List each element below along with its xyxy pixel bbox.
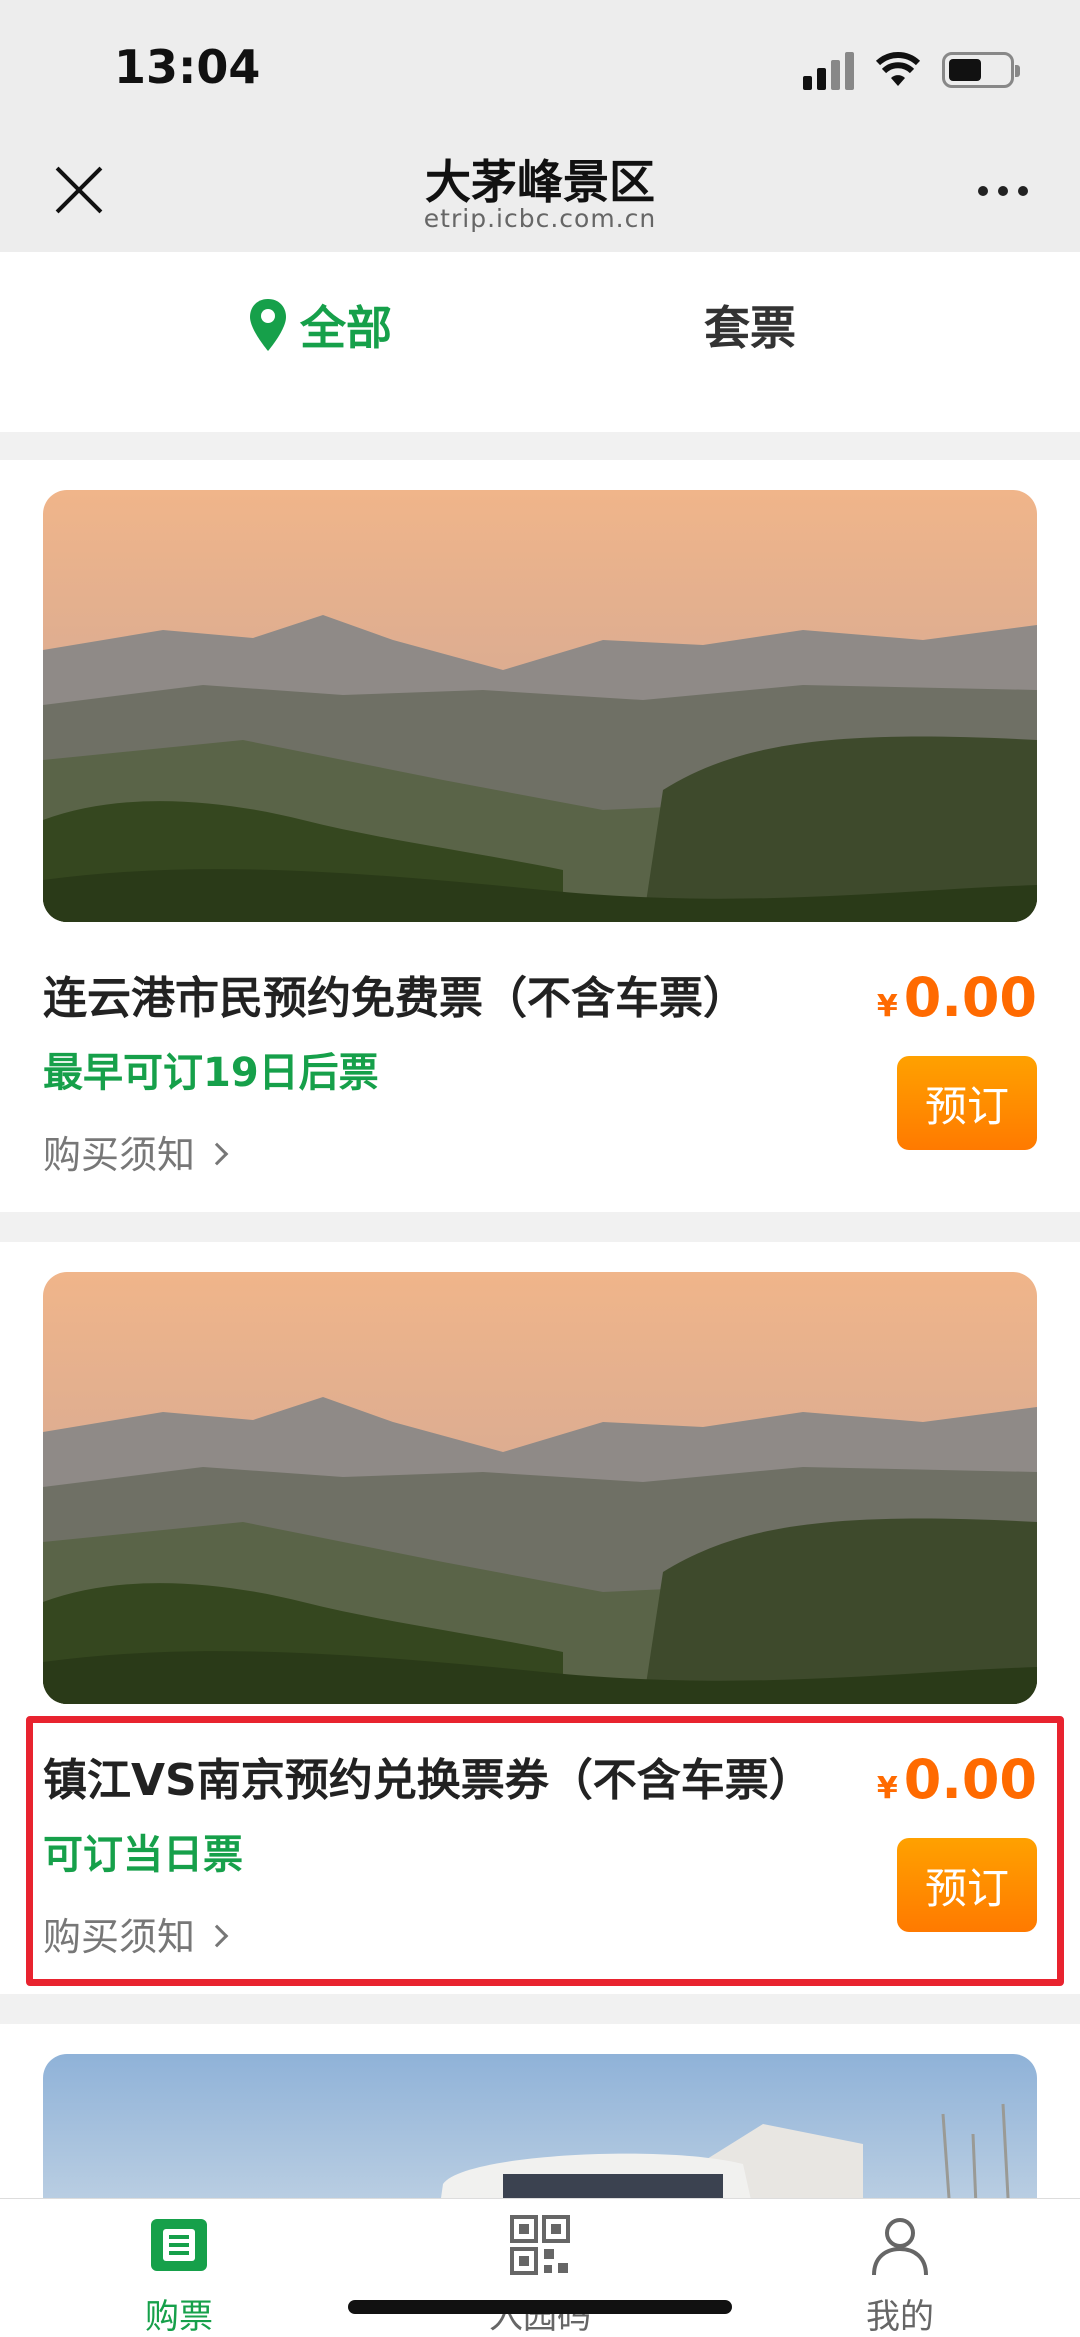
status-time: 13:04 — [114, 40, 261, 94]
book-button[interactable]: 预订 — [897, 1056, 1037, 1150]
currency-symbol: ¥ — [876, 1771, 898, 1806]
price-value: 0.00 — [903, 1748, 1037, 1811]
ticket-title: 镇江VS南京预约兑换票券（不含车票） — [43, 1755, 813, 1806]
wifi-icon — [876, 52, 920, 86]
header: 13:04 大茅峰景区 etrip.icbc.com.cn — [0, 0, 1080, 252]
purchase-terms-link[interactable]: 购买须知 — [43, 1124, 229, 1179]
purchase-terms-label: 购买须知 — [43, 1915, 196, 1959]
chevron-right-icon — [205, 1142, 229, 1165]
ticket-title: 连云港市民预约免费票（不含车票） — [43, 973, 747, 1024]
category-tabs: 全部 套票 — [0, 252, 1080, 432]
bottom-tab-bar: 购票 入园码 我的 — [0, 2198, 1080, 2337]
book-button[interactable]: 预订 — [897, 1838, 1037, 1932]
location-pin-icon — [250, 299, 286, 351]
tab-all-label: 全部 — [300, 301, 392, 355]
tab-buy-ticket[interactable]: 购票 — [79, 2213, 279, 2337]
home-indicator[interactable] — [348, 2300, 732, 2314]
tab-mine-label: 我的 — [866, 2297, 934, 2337]
ticket-price: ¥0.00 — [877, 966, 1037, 1029]
signal-icon — [803, 50, 854, 90]
tab-buy-label: 购票 — [145, 2297, 213, 2337]
qr-code-icon — [510, 2215, 570, 2275]
scenic-mountain-image — [43, 1272, 1037, 1704]
chevron-right-icon — [205, 1924, 229, 1947]
tab-all[interactable]: 全部 — [248, 290, 392, 360]
price-value: 0.00 — [903, 966, 1037, 1029]
currency-symbol: ¥ — [876, 989, 898, 1024]
tab-combo-label: 套票 — [704, 301, 796, 355]
ticket-price: ¥0.00 — [877, 1748, 1037, 1811]
tab-combo-ticket[interactable]: 套票 — [704, 290, 796, 360]
page-title: 大茅峰景区 — [425, 155, 655, 209]
booking-note: 可订当日票 — [43, 1832, 243, 1878]
status-icons — [803, 50, 1020, 90]
scenic-mountain-image — [43, 490, 1037, 922]
page-domain: etrip.icbc.com.cn — [423, 204, 657, 233]
battery-icon — [942, 52, 1020, 88]
ticket-card: 镇江VS南京预约兑换票券（不含车票） 可订当日票 购买须知 ¥0.00 预订 — [0, 1242, 1080, 1994]
ticket-card — [0, 2024, 1080, 2254]
more-menu-button[interactable] — [978, 186, 1028, 196]
purchase-terms-link[interactable]: 购买须知 — [43, 1906, 229, 1961]
tab-entry-code[interactable]: 入园码 — [440, 2213, 640, 2337]
ticket-card: 连云港市民预约免费票（不含车票） 最早可订19日后票 购买须知 ¥0.00 预订 — [0, 460, 1080, 1212]
tab-mine[interactable]: 我的 — [800, 2213, 1000, 2337]
booking-note: 最早可订19日后票 — [43, 1050, 379, 1096]
user-icon — [872, 2218, 928, 2276]
ticket-icon — [151, 2219, 207, 2271]
purchase-terms-label: 购买须知 — [43, 1133, 196, 1177]
